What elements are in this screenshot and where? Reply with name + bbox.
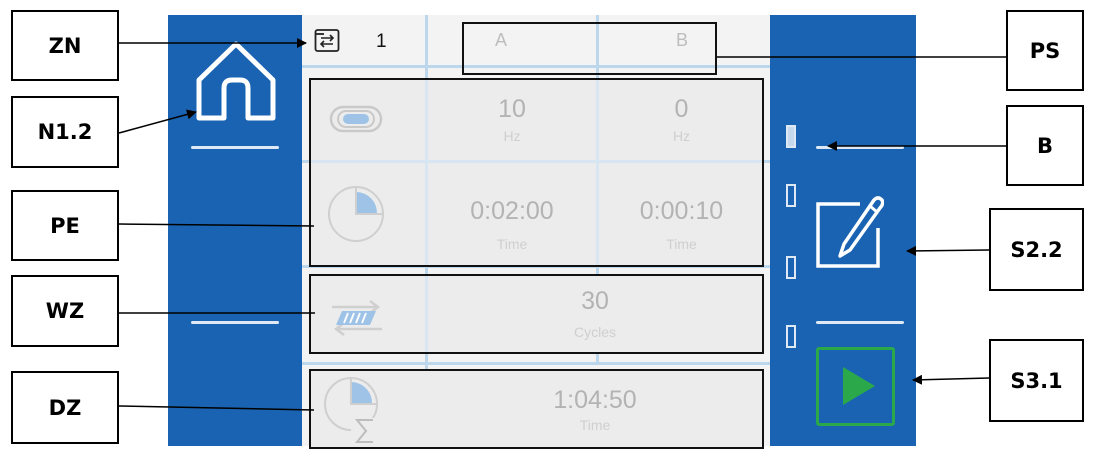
arrow-n12 <box>118 109 197 134</box>
callout-arrows <box>118 38 1006 411</box>
arrow-pe <box>118 223 315 227</box>
arrow-dz <box>118 405 315 411</box>
arrow-s22 <box>906 245 990 256</box>
arrow-s31 <box>912 374 990 385</box>
